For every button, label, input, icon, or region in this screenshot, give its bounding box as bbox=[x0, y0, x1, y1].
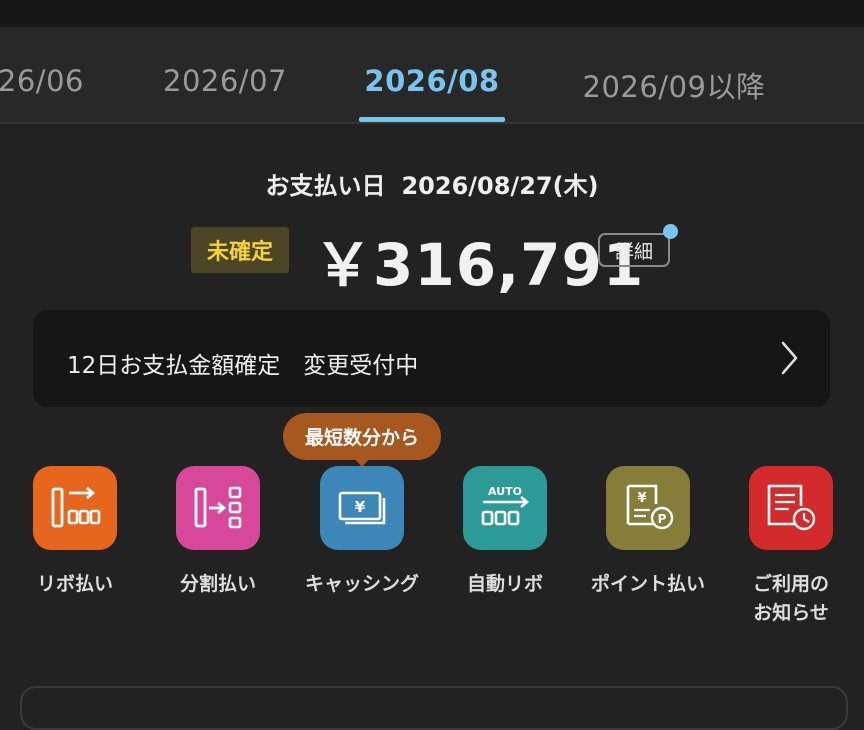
payment-date-label: お支払い日 bbox=[265, 172, 386, 200]
status-bar-area bbox=[0, 0, 864, 27]
tab-2026-07[interactable]: 2026/07 bbox=[163, 64, 287, 98]
payment-date: 2026/08/27(木) bbox=[401, 172, 599, 200]
installment-payment-icon bbox=[176, 466, 260, 550]
usage-notification-icon bbox=[749, 466, 833, 550]
svg-text:¥: ¥ bbox=[355, 498, 366, 516]
menu-label-line2: お知らせ bbox=[753, 602, 829, 624]
tab-2026-06[interactable]: 2026/06 bbox=[0, 64, 84, 98]
cashing-tooltip: 最短数分から bbox=[283, 413, 441, 460]
menu-label-auto-revolving: 自動リボ bbox=[466, 573, 543, 595]
payment-amount: ￥316,791 bbox=[314, 231, 645, 299]
menu-label-usage-notification: ご利用の お知らせ bbox=[721, 570, 861, 628]
auto-revolving-icon: AUTO bbox=[463, 466, 547, 550]
unconfirmed-badge: 未確定 bbox=[191, 227, 289, 273]
menu-label-point-payment: ポイント払い bbox=[590, 573, 705, 595]
menu-label-cashing: キャッシング bbox=[304, 573, 419, 595]
svg-text:P: P bbox=[658, 512, 667, 526]
detail-button[interactable]: 詳細 bbox=[598, 233, 670, 267]
point-payment-icon: ¥ P bbox=[606, 466, 690, 550]
tabs-divider bbox=[0, 122, 864, 124]
revolving-payment-icon bbox=[33, 466, 117, 550]
svg-text:¥: ¥ bbox=[637, 491, 646, 506]
svg-text:AUTO: AUTO bbox=[488, 485, 522, 498]
menu-label-installment: 分割払い bbox=[179, 573, 256, 595]
menu-label-line1: ご利用の bbox=[752, 573, 829, 595]
tab-2026-09-later[interactable]: 2026/09以降 bbox=[583, 64, 766, 106]
bottom-card bbox=[20, 686, 848, 730]
new-indicator-dot bbox=[663, 224, 678, 239]
notice-text: 12日お支払金額確定 変更受付中 bbox=[67, 353, 419, 379]
menu-label-revolving: リボ払い bbox=[36, 573, 113, 595]
cashing-icon: ¥ bbox=[320, 466, 404, 550]
tab-2026-08[interactable]: 2026/08 bbox=[364, 64, 499, 98]
change-notice-banner[interactable]: 12日お支払金額確定 変更受付中 bbox=[33, 310, 830, 407]
payment-date-row: お支払い日 2026/08/27(木) bbox=[0, 166, 864, 201]
chevron-right-icon bbox=[780, 340, 800, 380]
